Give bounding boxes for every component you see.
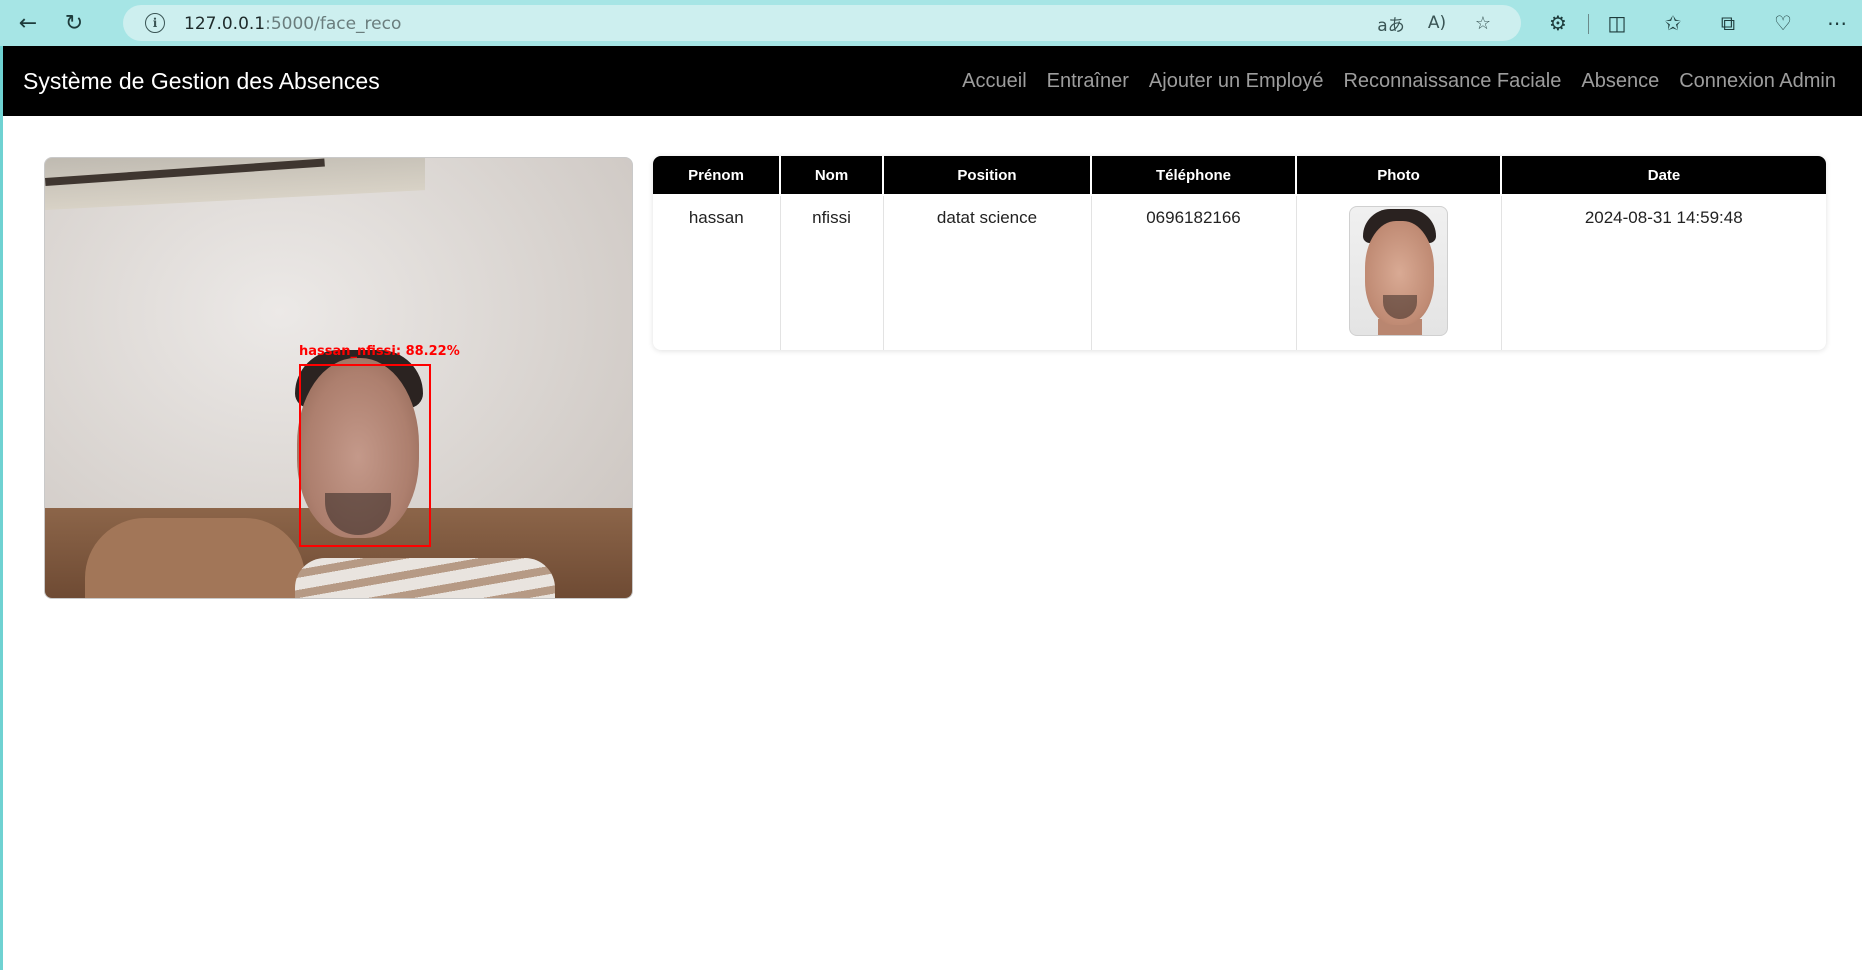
header-photo: Photo (1296, 156, 1502, 196)
split-screen-icon[interactable]: ◫ (1599, 6, 1635, 40)
face-detection-label: hassan_nfissi: 88.22% (299, 344, 460, 359)
person-arm (85, 518, 305, 598)
cell-nom: nfissi (780, 195, 884, 350)
cell-photo (1296, 195, 1502, 350)
brand-title[interactable]: Système de Gestion des Absences (23, 68, 380, 95)
nav-link-reconnaissance-faciale[interactable]: Reconnaissance Faciale (1343, 70, 1561, 93)
employee-photo (1349, 206, 1448, 336)
toolbar-divider (1588, 14, 1589, 34)
nav-link-connexion-admin[interactable]: Connexion Admin (1679, 70, 1836, 93)
extensions-icon[interactable]: ⚙ (1540, 6, 1576, 40)
header-position: Position (883, 156, 1092, 196)
url-text[interactable]: 127.0.0.1:5000/face_reco (184, 14, 401, 34)
header-date: Date (1501, 156, 1826, 196)
recognized-employee-table: Prénom Nom Position Téléphone Photo Date… (653, 156, 1826, 350)
collections-icon[interactable]: ⧉ (1710, 6, 1746, 40)
cell-prenom: hassan (653, 195, 781, 350)
read-aloud-icon[interactable]: A) (1421, 8, 1453, 38)
person-shirt (295, 558, 555, 598)
address-bar[interactable]: i 127.0.0.1:5000/face_reco aあ A) ☆ (123, 5, 1521, 41)
translate-icon[interactable]: aあ (1375, 8, 1407, 38)
face-detection-box (299, 364, 431, 547)
top-navbar: Système de Gestion des Absences Accueil … (3, 46, 1862, 116)
cell-date: 2024-08-31 14:59:48 (1584, 208, 1743, 227)
table-header-row: Prénom Nom Position Téléphone Photo Date (653, 156, 1826, 196)
cell-telephone: 0696182166 (1091, 195, 1297, 350)
nav-link-accueil[interactable]: Accueil (962, 70, 1026, 93)
browser-toolbar: ← ↻ i 127.0.0.1:5000/face_reco aあ A) ☆ ⚙… (0, 0, 1862, 46)
nav-link-absence[interactable]: Absence (1581, 70, 1659, 93)
page-viewport: Système de Gestion des Absences Accueil … (3, 46, 1862, 970)
camera-feed: hassan_nfissi: 88.22% (44, 157, 633, 599)
header-nom: Nom (780, 156, 884, 196)
header-prenom: Prénom (653, 156, 781, 196)
back-arrow-icon[interactable]: ← (10, 6, 46, 40)
more-menu-icon[interactable]: ⋯ (1819, 6, 1855, 40)
cell-position: datat science (883, 195, 1092, 350)
nav-link-entrainer[interactable]: Entraîner (1047, 70, 1129, 93)
favorites-icon[interactable]: ✩ (1655, 6, 1691, 40)
browser-essentials-icon[interactable]: ♡ (1765, 6, 1801, 40)
site-info-icon[interactable]: i (145, 13, 165, 33)
table-row: hassan nfissi datat science 0696182166 2… (653, 195, 1826, 350)
nav-link-ajouter-employe[interactable]: Ajouter un Employé (1149, 70, 1324, 93)
favorite-star-icon[interactable]: ☆ (1467, 8, 1499, 38)
nav-links: Accueil Entraîner Ajouter un Employé Rec… (962, 70, 1836, 93)
header-telephone: Téléphone (1091, 156, 1297, 196)
refresh-icon[interactable]: ↻ (56, 6, 92, 40)
